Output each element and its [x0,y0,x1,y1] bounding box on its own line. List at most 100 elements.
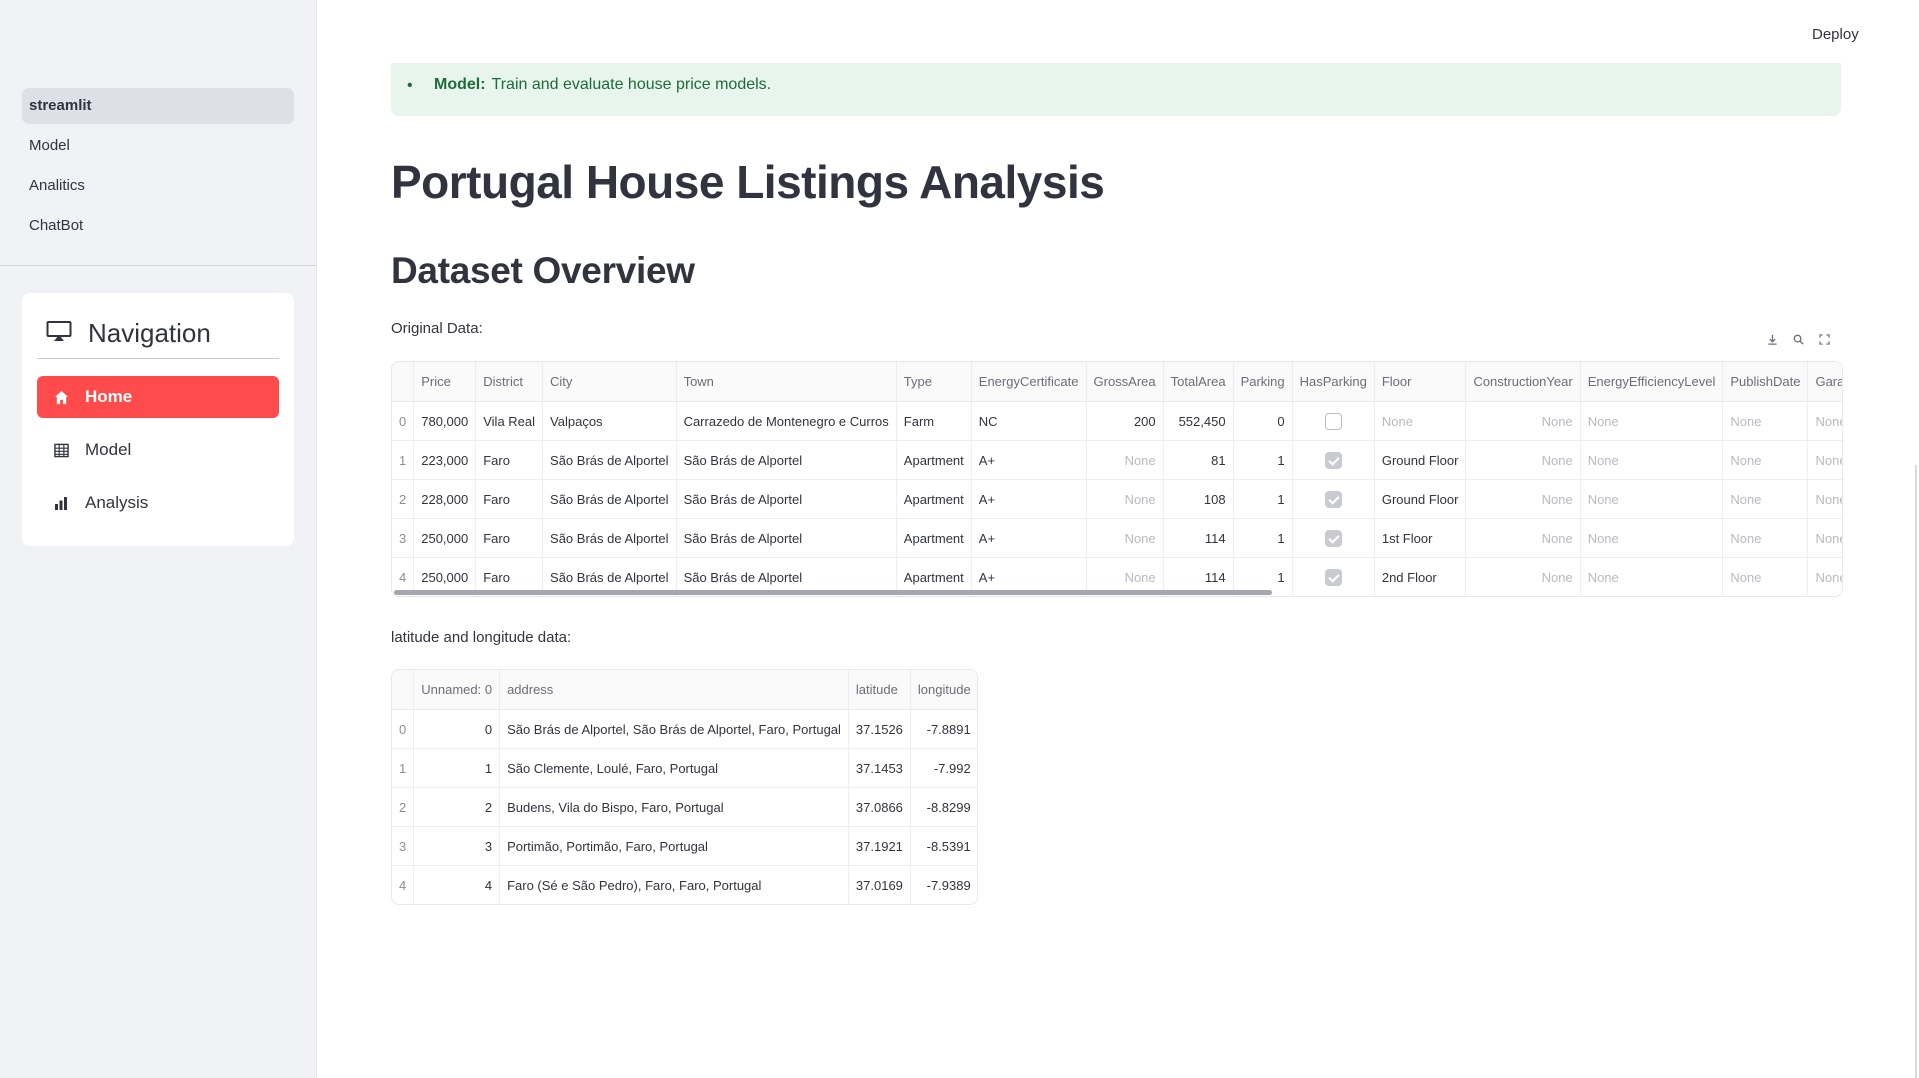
column-header[interactable]: GrossArea [1086,362,1164,402]
column-header[interactable]: EnergyEfficiencyLevel [1580,362,1724,402]
table-cell[interactable]: 1 [1233,479,1293,519]
column-header[interactable]: Price [413,362,477,402]
table-cell[interactable]: 1 [1233,440,1293,480]
table-cell[interactable]: São Brás de Alportel [542,479,677,519]
table-cell[interactable]: Ground Floor [1374,440,1467,480]
table-cell[interactable]: None [1580,440,1724,480]
table-cell[interactable]: 1 [1233,518,1293,558]
column-header[interactable]: Parking [1233,362,1293,402]
table-cell[interactable] [1292,479,1375,519]
table-cell[interactable]: 1 [413,748,501,788]
table-cell[interactable]: None [1722,440,1809,480]
page-link-chatbot[interactable]: ChatBot [22,208,294,244]
table-cell[interactable]: -7.992 [910,748,977,788]
table-cell[interactable]: Faro [475,479,544,519]
table-cell[interactable]: 1st Floor [1374,518,1467,558]
table-cell[interactable] [1292,518,1375,558]
latlon-data-table[interactable]: Unnamed: 0 address latitude longitude 00… [391,669,978,905]
table-cell[interactable]: A+ [971,440,1087,480]
vertical-scrollbar[interactable] [1915,465,1917,1078]
table-cell[interactable]: None [1086,518,1164,558]
table-cell[interactable]: NC [971,401,1087,441]
table-cell[interactable]: None [1580,557,1724,596]
table-cell[interactable]: None [1465,479,1581,519]
table-cell[interactable]: 250,000 [413,518,477,558]
column-header[interactable]: Garage [1807,362,1842,402]
table-cell[interactable]: -7.9389 [910,865,977,904]
column-header[interactable]: ConstructionYear [1465,362,1581,402]
table-cell[interactable]: 37.0169 [848,865,911,904]
table-cell[interactable]: 114 [1163,518,1234,558]
page-link-model[interactable]: Model [22,128,294,164]
table-cell[interactable]: None [1807,440,1842,480]
table-cell[interactable]: 37.1921 [848,826,911,866]
table-cell[interactable] [1292,440,1375,480]
column-header[interactable]: Type [896,362,972,402]
column-header[interactable]: address [499,670,849,710]
table-cell[interactable]: None [1580,401,1724,441]
horizontal-scrollbar[interactable] [394,590,1272,595]
table-cell[interactable]: None [1807,518,1842,558]
column-header[interactable]: PublishDate [1722,362,1809,402]
nav-item-model[interactable]: Model [37,429,279,471]
column-header[interactable]: longitude [910,670,977,710]
table-cell[interactable]: A+ [971,479,1087,519]
table-cell[interactable]: Portimão, Portimão, Faro, Portugal [499,826,849,866]
table-cell[interactable]: -8.5391 [910,826,977,866]
table-cell[interactable]: None [1580,518,1724,558]
checkbox[interactable] [1324,529,1342,547]
table-cell[interactable]: -7.8891 [910,709,977,749]
table-cell[interactable]: None [1465,557,1581,596]
table-cell[interactable]: None [1722,518,1809,558]
checkbox[interactable] [1324,451,1342,469]
table-cell[interactable]: 2nd Floor [1374,557,1467,596]
search-icon[interactable] [1791,332,1805,346]
table-cell[interactable]: 37.0866 [848,787,911,827]
table-cell[interactable]: Faro (Sé e São Pedro), Faro, Faro, Portu… [499,865,849,904]
table-cell[interactable]: None [1086,479,1164,519]
table-cell[interactable]: 228,000 [413,479,477,519]
table-cell[interactable]: São Brás de Alportel [542,440,677,480]
table-cell[interactable]: 4 [413,865,501,904]
table-cell[interactable] [1292,401,1375,441]
table-cell[interactable]: 780,000 [413,401,477,441]
table-cell[interactable]: Apartment [896,479,972,519]
table-cell[interactable]: A+ [971,518,1087,558]
column-header[interactable]: Unnamed: 0 [413,670,501,710]
checkbox[interactable] [1324,490,1342,508]
table-cell[interactable]: 37.1453 [848,748,911,788]
table-cell[interactable]: Faro [475,518,544,558]
column-header[interactable]: latitude [848,670,911,710]
column-header[interactable]: TotalArea [1163,362,1234,402]
table-cell[interactable]: None [1465,518,1581,558]
column-header[interactable]: Floor [1374,362,1467,402]
checkbox[interactable] [1324,412,1342,430]
fullscreen-icon[interactable] [1817,332,1831,346]
table-cell[interactable] [1292,557,1375,596]
table-cell[interactable]: 81 [1163,440,1234,480]
nav-item-analysis[interactable]: Analysis [37,482,279,524]
table-cell[interactable]: Farm [896,401,972,441]
table-cell[interactable]: Vila Real [475,401,544,441]
table-cell[interactable]: São Brás de Alportel [676,440,897,480]
original-data-table[interactable]: Price District City Town Type EnergyCert… [391,361,1843,597]
table-cell[interactable]: 2 [413,787,501,827]
page-link-streamlit[interactable]: streamlit [22,88,294,124]
table-cell[interactable]: None [1807,401,1842,441]
table-cell[interactable]: Budens, Vila do Bispo, Faro, Portugal [499,787,849,827]
table-cell[interactable]: Apartment [896,440,972,480]
table-cell[interactable]: None [1722,479,1809,519]
deploy-button[interactable]: Deploy [1812,26,1859,43]
table-cell[interactable]: 223,000 [413,440,477,480]
table-cell[interactable]: São Brás de Alportel, São Brás de Alport… [499,709,849,749]
table-cell[interactable]: None [1807,557,1842,596]
column-header[interactable]: City [542,362,677,402]
checkbox[interactable] [1324,568,1342,586]
table-cell[interactable]: None [1465,401,1581,441]
table-cell[interactable]: None [1722,557,1809,596]
download-icon[interactable] [1765,332,1779,346]
table-cell[interactable]: None [1086,440,1164,480]
column-header[interactable]: EnergyCertificate [971,362,1087,402]
column-header[interactable]: Town [676,362,897,402]
column-header[interactable]: HasParking [1292,362,1375,402]
